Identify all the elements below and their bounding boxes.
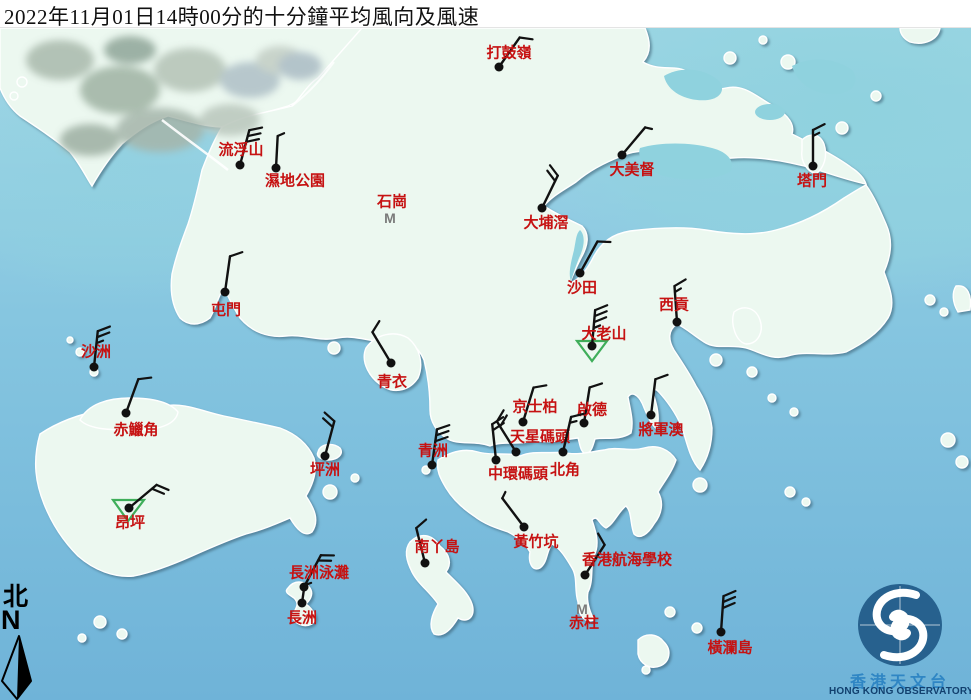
station-label: 青衣 — [377, 375, 407, 390]
hko-name-english: HONG KONG OBSERVATORY — [829, 686, 971, 697]
north-arrow-icon — [0, 632, 40, 700]
title-bar: 2022年11月01日14時00分的十分鐘平均風向及風速 — [0, 0, 971, 28]
station-label: 將軍澳 — [638, 423, 683, 438]
station-label: 塔門 — [797, 174, 827, 189]
station-dot — [421, 559, 430, 568]
station-layer: 流浮山濕地公園打鼓嶺大美督塔門大埔滘沙田M石崗西貢大老山京士柏啟德將軍澳天星碼頭… — [0, 0, 971, 700]
station-dot — [122, 409, 131, 418]
missing-data-marker: M — [384, 211, 396, 225]
station-label: 橫瀾島 — [707, 641, 752, 656]
wind-barb-icon — [758, 91, 868, 211]
station-dot — [428, 461, 437, 470]
station-dot — [387, 359, 396, 368]
hko-logo-icon — [852, 582, 948, 672]
station-label: 大美督 — [609, 163, 654, 178]
station-label: 屯門 — [211, 303, 241, 318]
station-dot — [717, 628, 726, 637]
wind-barb-icon — [170, 217, 280, 337]
station-dot — [581, 571, 590, 580]
station-dot — [673, 318, 682, 327]
station-label: 西貢 — [659, 298, 689, 313]
north-label-letter: N — [1, 607, 21, 634]
station-dot — [647, 411, 656, 420]
wind-barb-icon — [74, 433, 184, 553]
wind-barb-icon — [666, 557, 776, 677]
station-dot — [221, 288, 230, 297]
north-compass: 北 N — [0, 584, 40, 700]
station-dot — [495, 63, 504, 72]
wind-barb-icon — [247, 528, 357, 648]
wind-barb-icon — [270, 381, 380, 501]
station-label: 香港航海學校 — [582, 553, 672, 568]
station-dot — [125, 504, 134, 513]
station-dot — [321, 452, 330, 461]
wind-map-screen: 流浮山濕地公園打鼓嶺大美督塔門大埔滘沙田M石崗西貢大老山京士柏啟德將軍澳天星碼頭… — [0, 0, 971, 700]
station-dot — [618, 151, 627, 160]
station-label: 長洲 — [287, 611, 317, 626]
station-label: 青洲 — [418, 444, 448, 459]
station-label: 坪洲 — [310, 463, 340, 478]
station-label: 赤柱 — [569, 616, 599, 631]
station-dot — [520, 523, 529, 532]
wind-barb-icon — [221, 93, 331, 213]
station-label: 濕地公園 — [265, 174, 325, 189]
station-dot — [809, 162, 818, 171]
map-title: 2022年11月01日14時00分的十分鐘平均風向及風速 — [4, 1, 479, 31]
station-label: 石崗 — [377, 195, 407, 210]
station-label: 打鼓嶺 — [486, 46, 531, 61]
hko-logo: 香港天文台 HONG KONG OBSERVATORY — [829, 582, 971, 700]
station-label: 昂坪 — [115, 516, 145, 531]
station-label: 南丫島 — [414, 540, 459, 555]
station-dot — [298, 599, 307, 608]
